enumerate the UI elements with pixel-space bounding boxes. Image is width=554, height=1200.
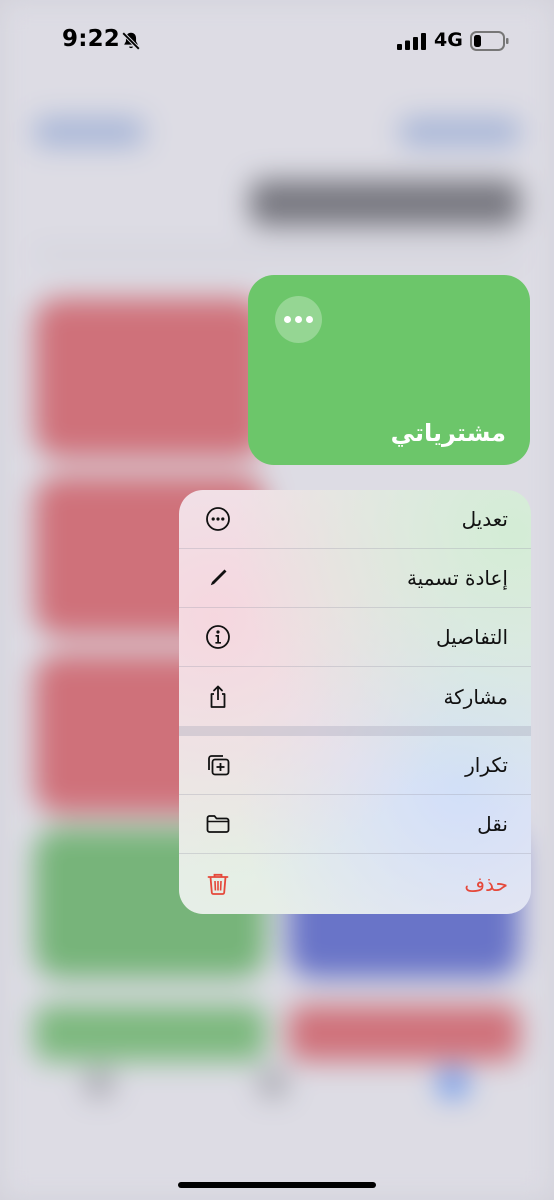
- trash-icon: [207, 873, 229, 895]
- menu-item-label: مشاركة: [443, 684, 508, 709]
- home-indicator[interactable]: [178, 1182, 376, 1188]
- share-icon: [210, 685, 226, 708]
- ellipsis-icon: [284, 316, 291, 323]
- menu-item-label: التفاصيل: [435, 625, 508, 649]
- status-bar: 9:22 4G: [0, 0, 554, 84]
- ellipsis-circle-icon: [206, 507, 230, 531]
- network-label: 4G: [434, 29, 463, 51]
- pencil-icon: [210, 569, 227, 586]
- info-circle-icon: [206, 625, 230, 649]
- menu-item-move[interactable]: نقل: [179, 795, 531, 854]
- menu-group-primary: تعديل إعادة تسمية التفاصيل مشاركة: [179, 490, 531, 726]
- bell-slash-icon: [121, 31, 141, 51]
- folder-icon: [206, 815, 230, 833]
- menu-item-details[interactable]: التفاصيل: [179, 608, 531, 667]
- context-menu: تعديل إعادة تسمية التفاصيل مشاركة تكرار …: [179, 490, 531, 914]
- duplicate-icon: [208, 755, 230, 776]
- menu-item-label: نقل: [477, 812, 508, 836]
- list-card-title: مشترياتي: [390, 419, 506, 447]
- menu-separator: [179, 726, 531, 736]
- menu-item-label: إعادة تسمية: [406, 566, 508, 590]
- menu-item-delete[interactable]: حذف: [179, 854, 531, 913]
- status-time: 9:22: [62, 26, 121, 52]
- menu-group-secondary: تكرار نقل حذف: [179, 736, 531, 913]
- menu-item-label: حذف: [464, 871, 508, 896]
- battery-icon: [470, 31, 509, 51]
- menu-item-share[interactable]: مشاركة: [179, 667, 531, 726]
- menu-item-label: تكرار: [465, 753, 508, 777]
- menu-item-duplicate[interactable]: تكرار: [179, 736, 531, 795]
- more-button[interactable]: [275, 296, 322, 343]
- ellipsis-icon: [306, 316, 313, 323]
- menu-item-edit[interactable]: تعديل: [179, 490, 531, 549]
- ellipsis-icon: [295, 316, 302, 323]
- list-card[interactable]: مشترياتي: [248, 275, 530, 465]
- cellular-signal-icon: [397, 33, 426, 50]
- menu-item-rename[interactable]: إعادة تسمية: [179, 549, 531, 608]
- menu-item-label: تعديل: [461, 507, 508, 531]
